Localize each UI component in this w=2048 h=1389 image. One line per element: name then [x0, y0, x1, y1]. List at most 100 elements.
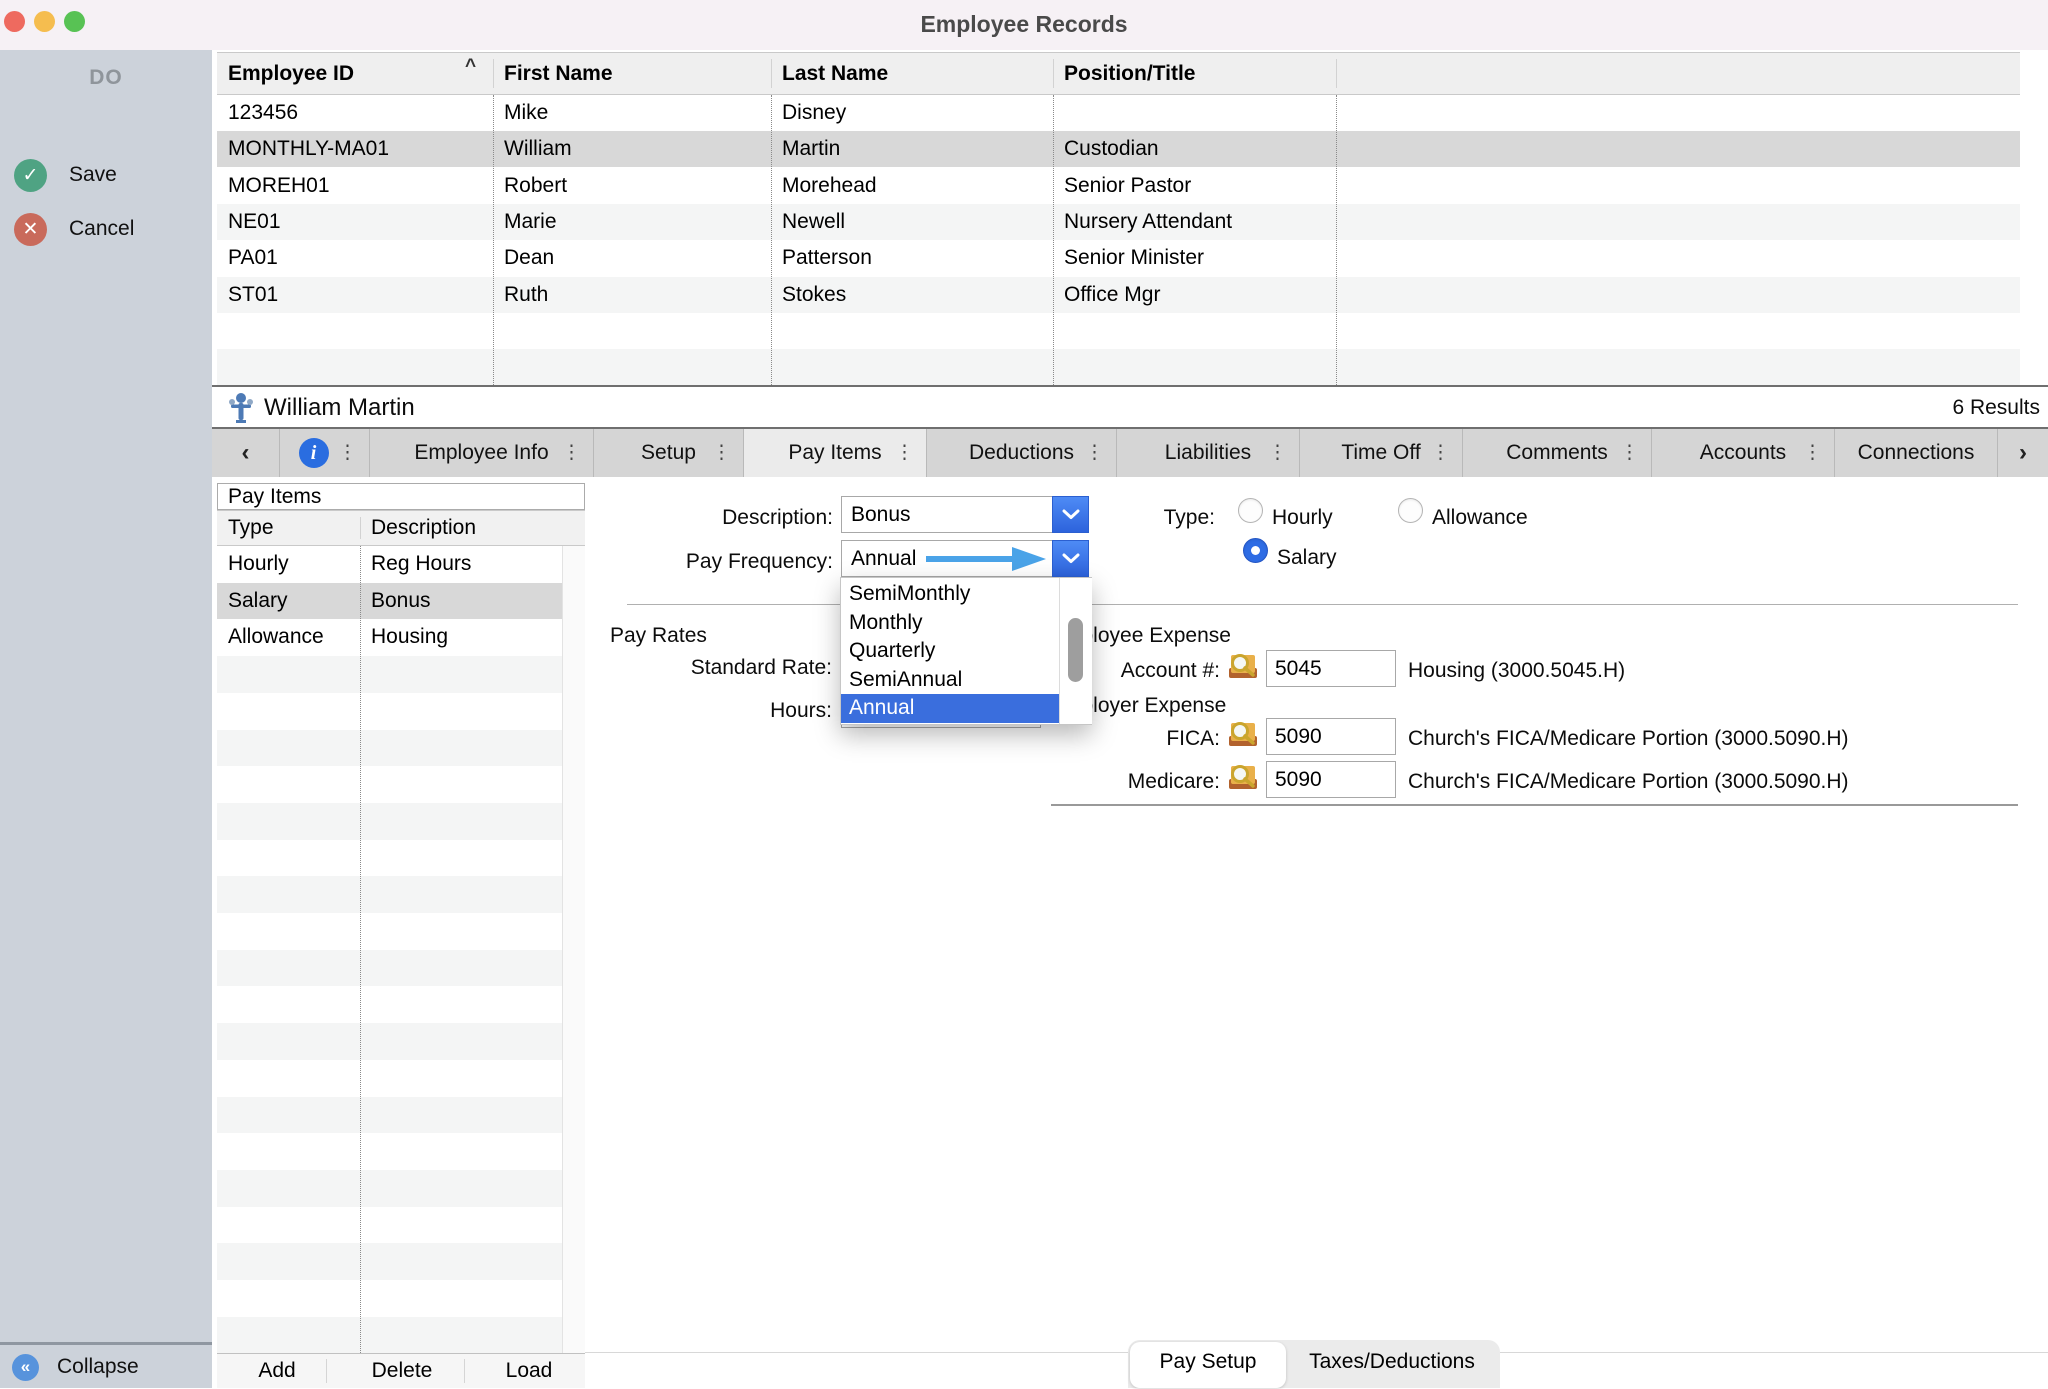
tab-label: Liabilities [1165, 441, 1251, 465]
save-button[interactable]: ✓ Save [14, 158, 117, 192]
cell-description: Housing [360, 619, 562, 656]
description-value: Bonus [851, 497, 911, 532]
employee-row-123456[interactable]: 123456MikeDisney [217, 95, 2020, 131]
kebab-menu-icon[interactable]: ⋮ [1803, 442, 1822, 465]
dropdown-scrollbar[interactable] [1059, 578, 1092, 724]
fica-account-field[interactable]: 5090 [1266, 718, 1396, 755]
record-info-tab[interactable]: i ⋮ [280, 429, 370, 477]
dropdown-option-annual[interactable]: Annual [841, 694, 1059, 723]
employee-row-MONTHLY-MA01[interactable]: MONTHLY-MA01WilliamMartinCustodian [217, 131, 2020, 167]
kebab-menu-icon[interactable]: ⋮ [338, 442, 357, 465]
column-header-position[interactable]: Position/Title [1053, 53, 1195, 94]
column-header-description[interactable]: Description [360, 511, 476, 545]
save-label: Save [69, 163, 117, 187]
radio-allowance[interactable] [1398, 498, 1423, 523]
cancel-x-icon: ✕ [14, 213, 47, 246]
dropdown-option-semiannual[interactable]: SemiAnnual [841, 666, 1059, 695]
cell-position: Senior Minister [1053, 240, 1336, 276]
pay-item-row-bonus[interactable]: SalaryBonus [217, 583, 562, 620]
pay-items-table-body: AllowanceHousingSalaryBonusHourlyReg Hou… [217, 546, 585, 1353]
cell-position [1053, 95, 1336, 131]
tab-connections[interactable]: Connections [1835, 429, 1998, 477]
pay-item-row-empty [217, 1097, 562, 1134]
sort-ascending-icon[interactable]: ^ [465, 56, 476, 78]
tabs-scroll-right-button[interactable]: › [1998, 429, 2048, 477]
pay-item-row-empty [217, 693, 562, 730]
kebab-menu-icon[interactable]: ⋮ [1431, 442, 1450, 465]
account-lookup-icon[interactable] [1226, 650, 1260, 682]
delete-button[interactable]: Delete [347, 1354, 457, 1389]
employee-row-PA01[interactable]: PA01DeanPattersonSenior Minister [217, 240, 2020, 276]
dropdown-option-semimonthly[interactable]: SemiMonthly [841, 580, 1059, 609]
tab-label: Setup [641, 441, 696, 465]
dropdown-scrollbar-thumb[interactable] [1068, 618, 1083, 682]
pay-item-row-reg-hours[interactable]: HourlyReg Hours [217, 546, 562, 583]
kebab-menu-icon[interactable]: ⋮ [562, 442, 581, 465]
pay-item-row-empty [217, 840, 562, 877]
kebab-menu-icon[interactable]: ⋮ [895, 442, 914, 465]
pay-item-row-empty [217, 913, 562, 950]
tab-taxes-deductions[interactable]: Taxes/Deductions [1286, 1340, 1498, 1386]
cell-id: PA01 [217, 240, 493, 276]
load-button[interactable]: Load [474, 1354, 584, 1389]
fica-lookup-icon[interactable] [1226, 718, 1260, 750]
dropdown-option-monthly[interactable]: Monthly [841, 609, 1059, 638]
tab-liabilities[interactable]: Liabilities ⋮ [1117, 429, 1300, 477]
cell-first: Mike [493, 95, 771, 131]
account-number-field[interactable]: 5045 [1266, 650, 1396, 687]
kebab-menu-icon[interactable]: ⋮ [1268, 442, 1287, 465]
employee-row-MOREH01[interactable]: MOREH01RobertMoreheadSenior Pastor [217, 168, 2020, 204]
employee-row-NE01[interactable]: NE01MarieNewellNursery Attendant [217, 204, 2020, 240]
medicare-account-field[interactable]: 5090 [1266, 761, 1396, 798]
column-header-employee-id[interactable]: Employee ID [217, 53, 354, 94]
radio-hourly[interactable] [1238, 498, 1263, 523]
employee-row-empty [217, 349, 2020, 385]
tab-pay-items[interactable]: Pay Items⋮ [744, 429, 927, 477]
column-header-last-name[interactable]: Last Name [771, 53, 888, 94]
tab-setup[interactable]: Setup ⋮ [594, 429, 744, 477]
tab-accounts[interactable]: Accounts ⋮ [1652, 429, 1835, 477]
pay-item-row-empty [217, 876, 562, 913]
tab-label: Accounts [1700, 441, 1786, 465]
pay-item-row-housing[interactable]: AllowanceHousing [217, 619, 562, 656]
hours-label: Hours: [600, 699, 832, 723]
cell-last: Morehead [771, 168, 1053, 204]
fica-label: FICA: [970, 727, 1220, 751]
kebab-menu-icon[interactable]: ⋮ [1085, 442, 1104, 465]
standard-rate-label: Standard Rate: [600, 656, 832, 680]
collapse-button[interactable]: « Collapse [12, 1352, 139, 1382]
pay-frequency-dropdown-button[interactable] [1052, 540, 1089, 577]
add-button[interactable]: Add [222, 1354, 332, 1389]
tab-deductions[interactable]: Deductions⋮ [927, 429, 1117, 477]
column-header-first-name[interactable]: First Name [493, 53, 613, 94]
pay-item-row-empty [217, 1060, 562, 1097]
tab-time-off[interactable]: Time Off⋮ [1300, 429, 1463, 477]
tab-employee-info[interactable]: Employee Info ⋮ [370, 429, 594, 477]
tab-comments[interactable]: Comments⋮ [1463, 429, 1652, 477]
employee-person-icon [228, 392, 254, 424]
kebab-menu-icon[interactable]: ⋮ [712, 442, 731, 465]
radio-salary[interactable] [1243, 538, 1268, 563]
tab-pay-setup-label[interactable]: Pay Setup [1130, 1340, 1286, 1386]
pay-item-row-empty [217, 950, 562, 987]
employee-row-ST01[interactable]: ST01RuthStokesOffice Mgr [217, 277, 2020, 313]
type-label: Type: [1015, 506, 1215, 530]
tab-label: Employee Info [414, 441, 548, 465]
pay-items-scrollbar[interactable] [562, 546, 585, 1353]
fica-description: Church's FICA/Medicare Portion (3000.509… [1408, 727, 1849, 751]
cancel-label: Cancel [69, 217, 134, 241]
cancel-button[interactable]: ✕ Cancel [14, 212, 134, 246]
window-title: Employee Records [0, 11, 2048, 38]
cell-first: Ruth [493, 277, 771, 313]
tabs-scroll-left-button[interactable]: ‹ [212, 429, 280, 477]
pay-item-row-empty [217, 1243, 562, 1280]
dropdown-option-quarterly[interactable]: Quarterly [841, 637, 1059, 666]
column-header-type[interactable]: Type [217, 511, 274, 545]
bottom-tab-group: Pay Setup Taxes/Deductions [1128, 1340, 1500, 1388]
cell-last: Newell [771, 204, 1053, 240]
medicare-lookup-icon[interactable] [1226, 761, 1260, 793]
collapse-label: Collapse [57, 1355, 139, 1379]
cell-description: Reg Hours [360, 546, 562, 583]
kebab-menu-icon[interactable]: ⋮ [1620, 442, 1639, 465]
expense-section-divider [1051, 804, 2018, 806]
